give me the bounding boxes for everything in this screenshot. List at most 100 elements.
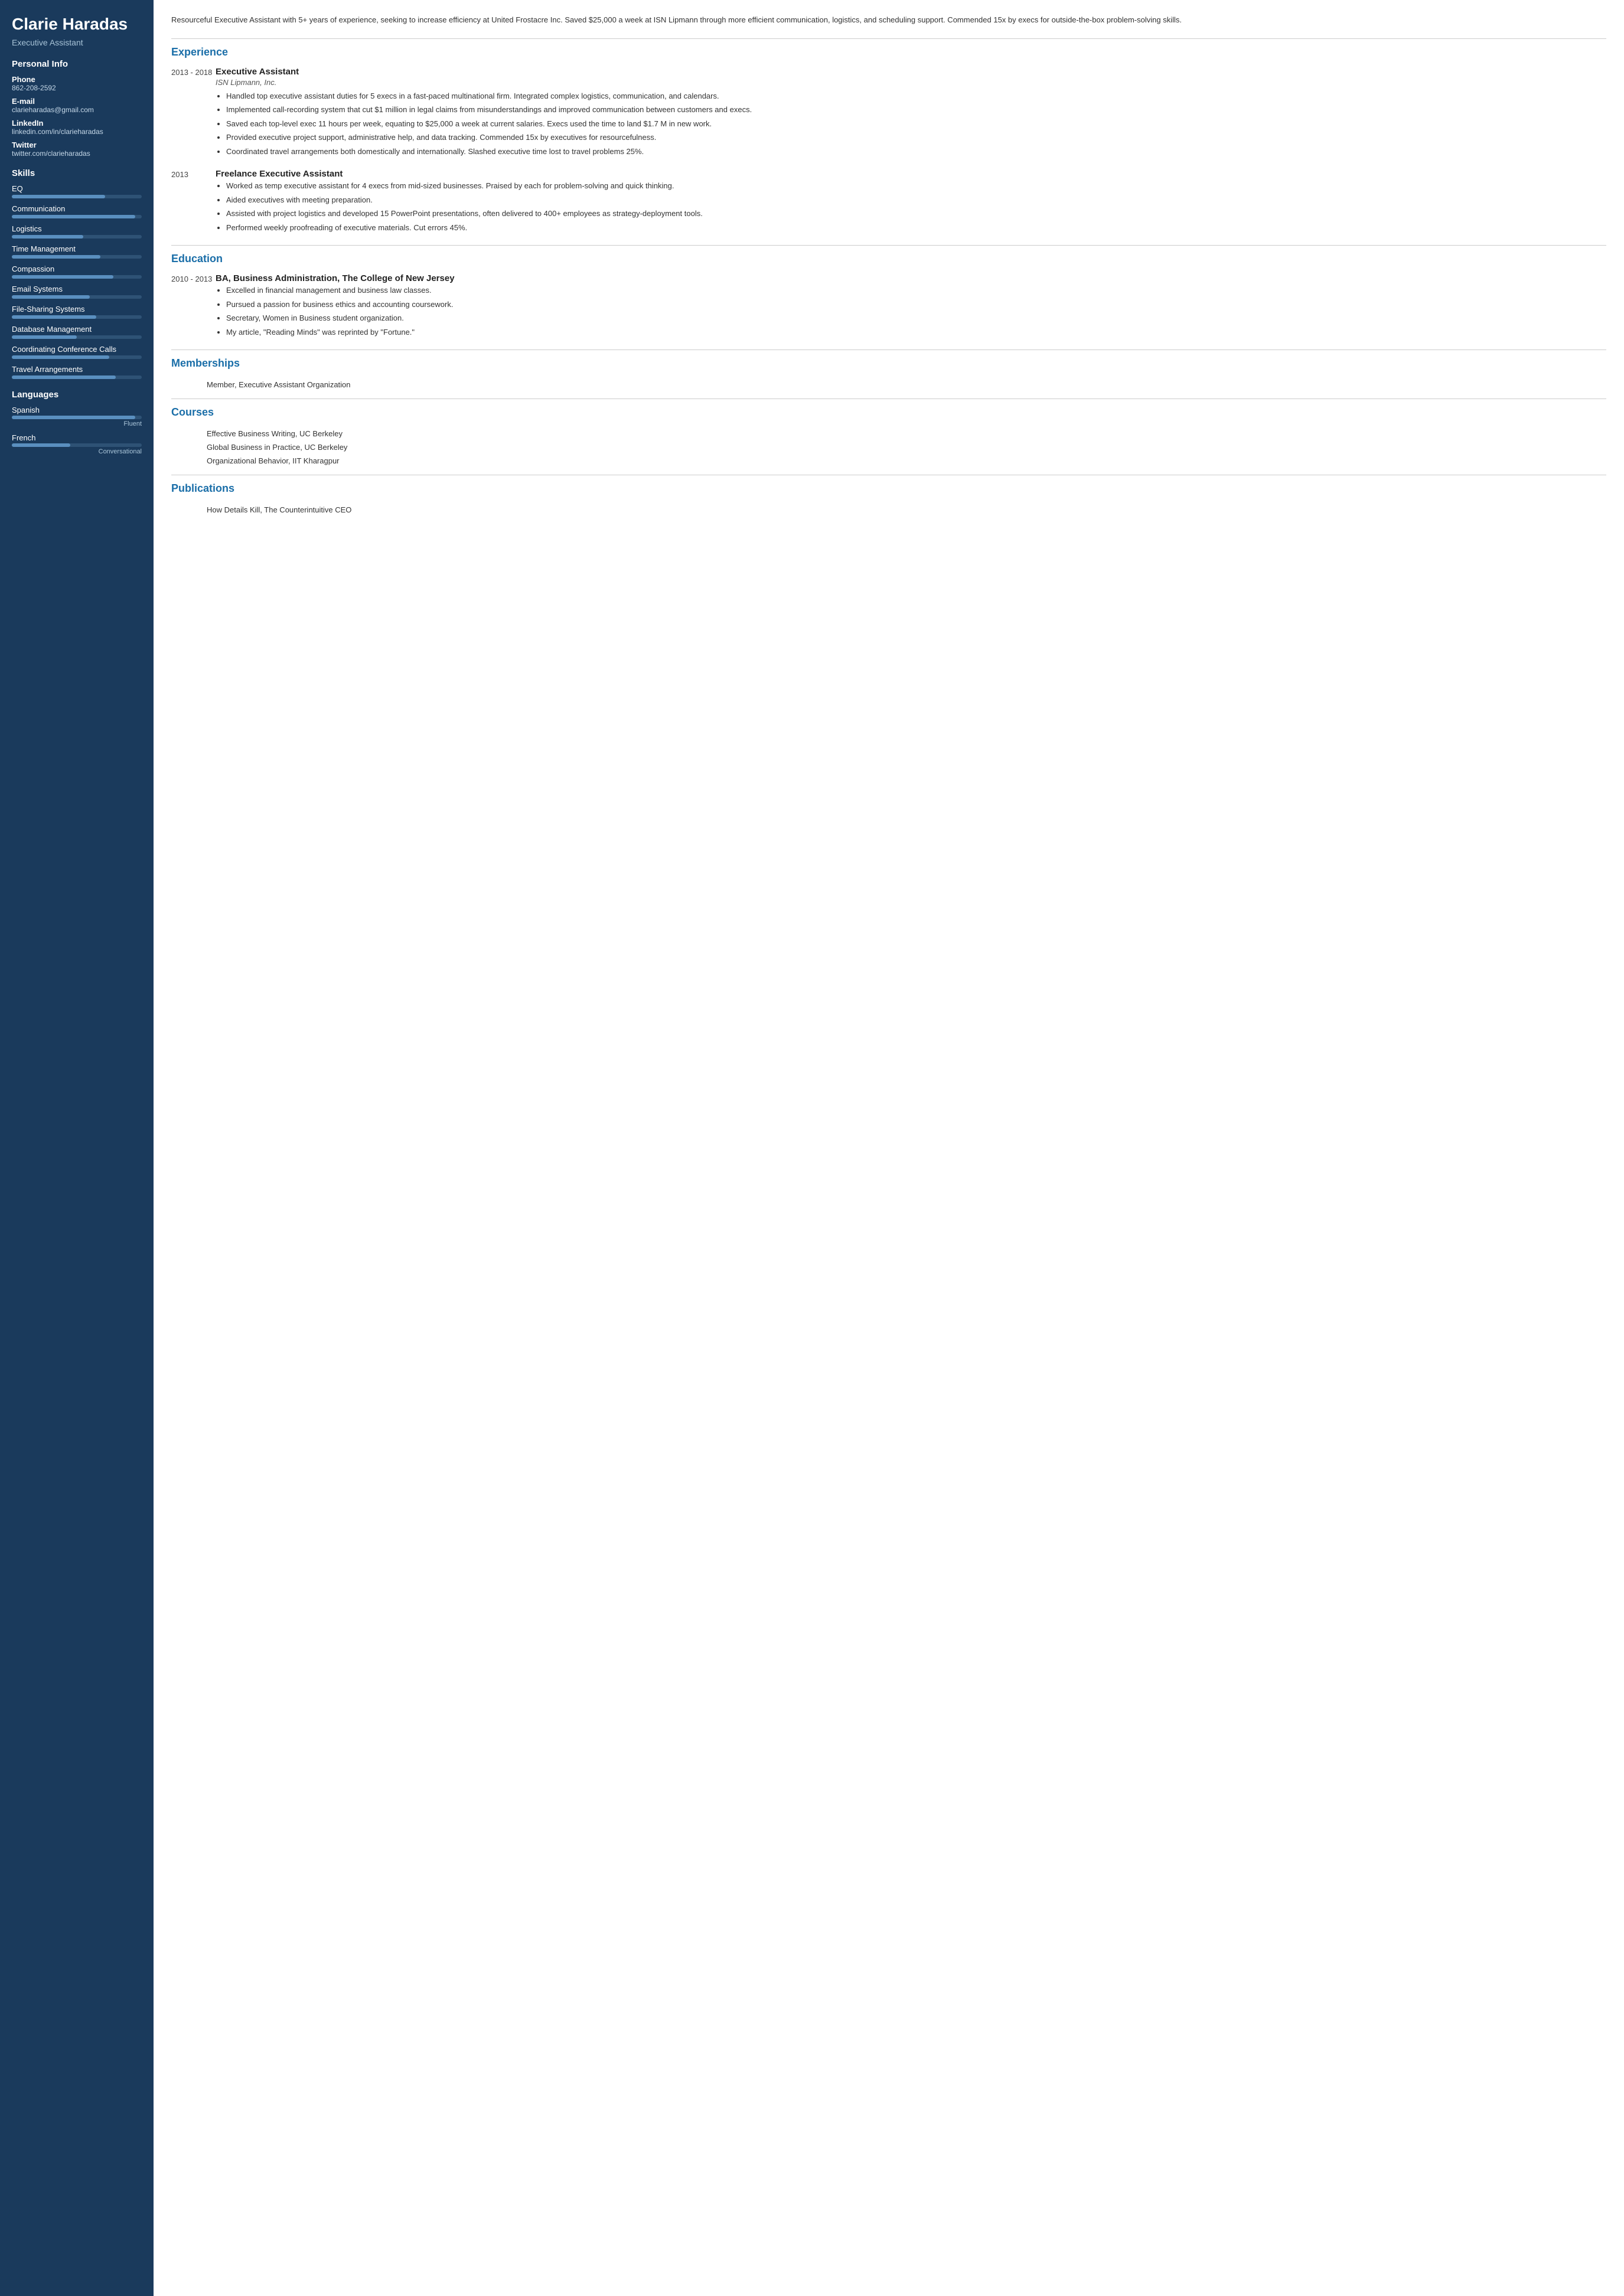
languages-list: Spanish Fluent French Conversational xyxy=(12,406,142,455)
entry-content: Freelance Executive Assistant Worked as … xyxy=(216,169,1606,236)
skill-item: Compassion xyxy=(12,264,142,279)
skill-bar-bg xyxy=(12,235,142,239)
courses-section-title: Courses xyxy=(171,406,1606,419)
entry-date: 2013 - 2018 xyxy=(171,67,216,160)
bullet: My article, "Reading Minds" was reprinte… xyxy=(226,326,1606,338)
linkedin-value: linkedin.com/in/clarieharadas xyxy=(12,128,142,136)
language-level: Fluent xyxy=(12,420,142,427)
skill-name: Email Systems xyxy=(12,285,142,293)
skill-item: Email Systems xyxy=(12,285,142,299)
languages-title: Languages xyxy=(12,390,142,400)
course-item: Organizational Behavior, IIT Kharagpur xyxy=(207,454,1606,468)
skill-bar-bg xyxy=(12,255,142,259)
skill-bar-bg xyxy=(12,215,142,218)
entry-date: 2013 xyxy=(171,169,216,236)
skill-item: Communication xyxy=(12,204,142,218)
education-section-title: Education xyxy=(171,253,1606,265)
skill-bar-fill xyxy=(12,275,113,279)
memberships-section-title: Memberships xyxy=(171,357,1606,370)
skill-item: Coordinating Conference Calls xyxy=(12,345,142,359)
skill-name: Communication xyxy=(12,204,142,213)
skill-bar-bg xyxy=(12,375,142,379)
skill-item: Time Management xyxy=(12,244,142,259)
candidate-name: Clarie Haradas xyxy=(12,14,142,34)
bullet: Saved each top-level exec 11 hours per w… xyxy=(226,118,1606,130)
linkedin-label: LinkedIn xyxy=(12,119,142,128)
bullet: Worked as temp executive assistant for 4… xyxy=(226,180,1606,192)
personal-info-title: Personal Info xyxy=(12,59,142,69)
language-name: Spanish xyxy=(12,406,142,414)
entry-bullets: Handled top executive assistant duties f… xyxy=(216,90,1606,158)
bullet: Secretary, Women in Business student org… xyxy=(226,312,1606,324)
bullet: Excelled in financial management and bus… xyxy=(226,285,1606,296)
bullet: Provided executive project support, admi… xyxy=(226,132,1606,143)
skill-item: EQ xyxy=(12,184,142,198)
entry-bullets: Excelled in financial management and bus… xyxy=(216,285,1606,338)
entry-content: Executive Assistant ISN Lipmann, Inc. Ha… xyxy=(216,67,1606,160)
bullet: Aided executives with meeting preparatio… xyxy=(226,194,1606,206)
course-item: Effective Business Writing, UC Berkeley xyxy=(207,427,1606,440)
skill-item: Database Management xyxy=(12,325,142,339)
education-list: 2010 - 2013 BA, Business Administration,… xyxy=(171,273,1606,340)
skill-bar-fill xyxy=(12,295,90,299)
bullet: Coordinated travel arrangements both dom… xyxy=(226,146,1606,158)
sidebar: Clarie Haradas Executive Assistant Perso… xyxy=(0,0,154,2296)
skill-bar-fill xyxy=(12,255,100,259)
entry-bullets: Worked as temp executive assistant for 4… xyxy=(216,180,1606,233)
entry-date: 2010 - 2013 xyxy=(171,273,216,340)
entry: 2013 - 2018 Executive Assistant ISN Lipm… xyxy=(171,67,1606,160)
bullet: Handled top executive assistant duties f… xyxy=(226,90,1606,102)
publications-section-title: Publications xyxy=(171,482,1606,495)
summary: Resourceful Executive Assistant with 5+ … xyxy=(171,14,1606,27)
language-bar-fill xyxy=(12,416,135,419)
skill-name: Travel Arrangements xyxy=(12,365,142,374)
language-bar-fill xyxy=(12,443,70,447)
publication-item: How Details Kill, The Counterintuitive C… xyxy=(207,503,1606,517)
entry-title: BA, Business Administration, The College… xyxy=(216,273,1606,283)
skill-item: File-Sharing Systems xyxy=(12,305,142,319)
experience-list: 2013 - 2018 Executive Assistant ISN Lipm… xyxy=(171,67,1606,236)
course-item: Global Business in Practice, UC Berkeley xyxy=(207,440,1606,454)
skill-bar-bg xyxy=(12,335,142,339)
bullet: Implemented call-recording system that c… xyxy=(226,104,1606,116)
main-content: Resourceful Executive Assistant with 5+ … xyxy=(154,0,1624,2296)
skill-name: EQ xyxy=(12,184,142,193)
language-bar-bg xyxy=(12,416,142,419)
skill-bar-fill xyxy=(12,235,83,239)
skills-title: Skills xyxy=(12,168,142,178)
skill-name: Compassion xyxy=(12,264,142,273)
skill-bar-bg xyxy=(12,295,142,299)
skill-name: Time Management xyxy=(12,244,142,253)
language-item: Spanish Fluent xyxy=(12,406,142,427)
skill-bar-fill xyxy=(12,375,116,379)
courses-list: Effective Business Writing, UC BerkeleyG… xyxy=(171,427,1606,468)
experience-section-title: Experience xyxy=(171,46,1606,58)
language-name: French xyxy=(12,433,142,442)
publications-list: How Details Kill, The Counterintuitive C… xyxy=(171,503,1606,517)
candidate-title: Executive Assistant xyxy=(12,38,142,47)
memberships-list: Member, Executive Assistant Organization xyxy=(171,378,1606,391)
bullet: Performed weekly proofreading of executi… xyxy=(226,222,1606,234)
skill-bar-bg xyxy=(12,195,142,198)
skill-bar-bg xyxy=(12,315,142,319)
bullet: Assisted with project logistics and deve… xyxy=(226,208,1606,220)
divider xyxy=(171,38,1606,39)
skill-bar-bg xyxy=(12,275,142,279)
twitter-value: twitter.com/clarieharadas xyxy=(12,149,142,158)
email-value: clarieharadas@gmail.com xyxy=(12,106,142,114)
skill-item: Travel Arrangements xyxy=(12,365,142,379)
skill-item: Logistics xyxy=(12,224,142,239)
bullet: Pursued a passion for business ethics an… xyxy=(226,299,1606,311)
skill-bar-fill xyxy=(12,215,135,218)
entry: 2013 Freelance Executive Assistant Worke… xyxy=(171,169,1606,236)
twitter-label: Twitter xyxy=(12,141,142,149)
skill-bar-fill xyxy=(12,355,109,359)
entry-company: ISN Lipmann, Inc. xyxy=(216,78,1606,87)
skill-name: Database Management xyxy=(12,325,142,334)
skills-list: EQ Communication Logistics Time Manageme… xyxy=(12,184,142,379)
language-level: Conversational xyxy=(12,448,142,455)
skill-bar-fill xyxy=(12,315,96,319)
entry-title: Freelance Executive Assistant xyxy=(216,169,1606,179)
entry: 2010 - 2013 BA, Business Administration,… xyxy=(171,273,1606,340)
membership-item: Member, Executive Assistant Organization xyxy=(207,378,1606,391)
